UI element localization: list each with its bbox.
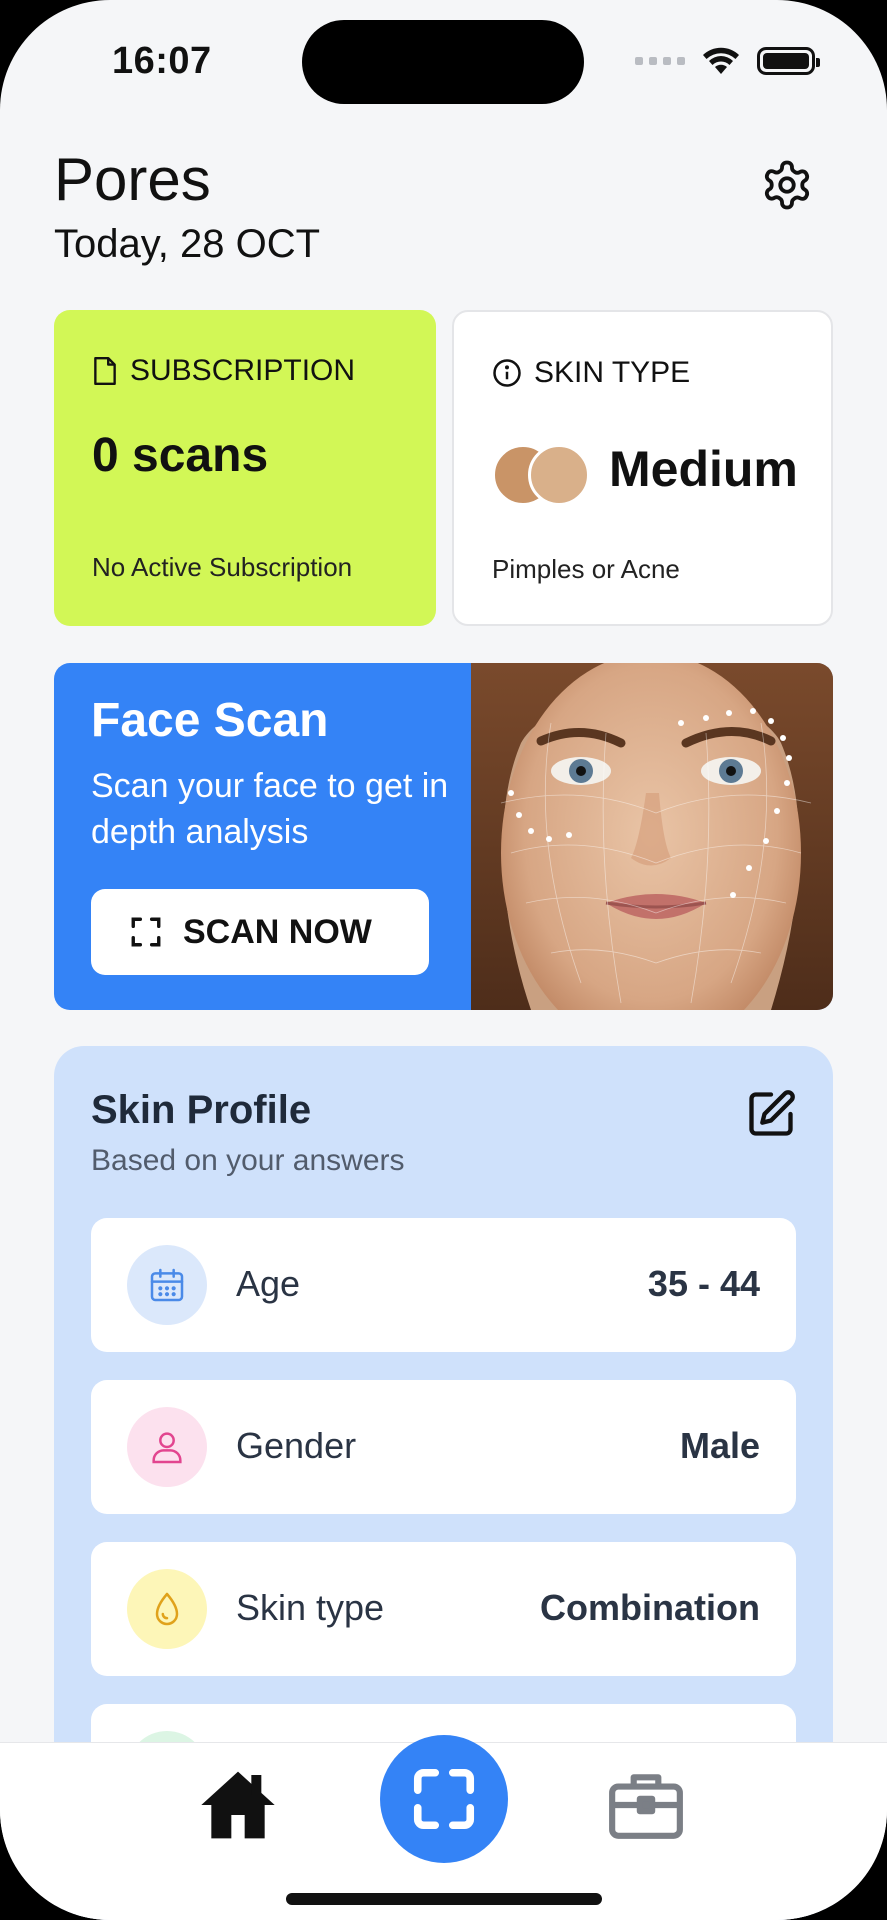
briefcase-icon[interactable] (606, 1767, 686, 1843)
edit-icon[interactable] (745, 1088, 797, 1140)
info-icon (493, 359, 521, 387)
row-value: 35 - 44 (647, 1263, 760, 1304)
subscription-label: SUBSCRIPTION (130, 354, 356, 387)
home-icon[interactable] (198, 1765, 278, 1845)
signal-icon (635, 57, 685, 65)
face-scan-banner: Face Scan Scan your face to get in depth… (54, 663, 833, 1010)
skin-type-label-row: SKIN TYPE (492, 356, 690, 390)
droplet-icon (127, 1569, 207, 1649)
dynamic-island (302, 20, 584, 104)
status-time: 16:07 (112, 40, 212, 82)
skin-tone-swatch (492, 444, 592, 506)
face-scan-photo (471, 663, 833, 1010)
scan-icon (413, 1768, 475, 1830)
user-icon (127, 1407, 207, 1487)
subscription-label-row: SUBSCRIPTION (92, 354, 355, 388)
face-scan-title: Face Scan (91, 694, 329, 747)
row-label: Skin type (236, 1587, 385, 1628)
scan-now-button[interactable]: SCAN NOW (91, 889, 429, 975)
home-indicator (286, 1893, 602, 1905)
status-icons (635, 46, 820, 76)
skin-profile-title: Skin Profile (91, 1088, 312, 1132)
profile-row-age[interactable]: Age 35 - 44 (91, 1218, 796, 1352)
skin-type-value: Medium (609, 441, 798, 497)
row-value: Male (679, 1425, 760, 1466)
calendar-icon (127, 1245, 207, 1325)
skin-concern: Pimples or Acne (492, 554, 680, 584)
profile-row-skin-type[interactable]: Skin type Combination (91, 1542, 796, 1676)
row-value: Combination (540, 1587, 760, 1628)
profile-row-gender[interactable]: Gender Male (91, 1380, 796, 1514)
skin-type-card[interactable]: SKIN TYPE Medium Pimples or Acne (452, 310, 833, 626)
subscription-card[interactable]: SUBSCRIPTION 0 scans No Active Subscript… (54, 310, 436, 626)
file-icon (94, 356, 116, 386)
skin-profile-subtitle: Based on your answers (91, 1144, 405, 1177)
battery-icon (757, 47, 820, 75)
page-date: Today, 28 OCT (54, 222, 321, 266)
tab-scan-button[interactable] (380, 1735, 508, 1863)
subscription-value: 0 scans (92, 429, 269, 482)
gear-icon[interactable] (760, 158, 814, 212)
tab-bar (0, 1735, 887, 1920)
phone-screen: 16:07 Pores Today, 28 OCT SUBSCRIPTION 0… (0, 0, 887, 1920)
page-title: Pores (54, 146, 211, 213)
scan-frame-icon (131, 917, 161, 947)
skin-type-label: SKIN TYPE (534, 356, 691, 389)
scan-now-label: SCAN NOW (183, 912, 372, 951)
row-label: Gender (236, 1425, 357, 1466)
row-label: Age (236, 1263, 301, 1304)
face-scan-description: Scan your face to get in depth analysis (91, 767, 449, 851)
wifi-icon (703, 47, 739, 74)
subscription-status: No Active Subscription (92, 552, 353, 582)
